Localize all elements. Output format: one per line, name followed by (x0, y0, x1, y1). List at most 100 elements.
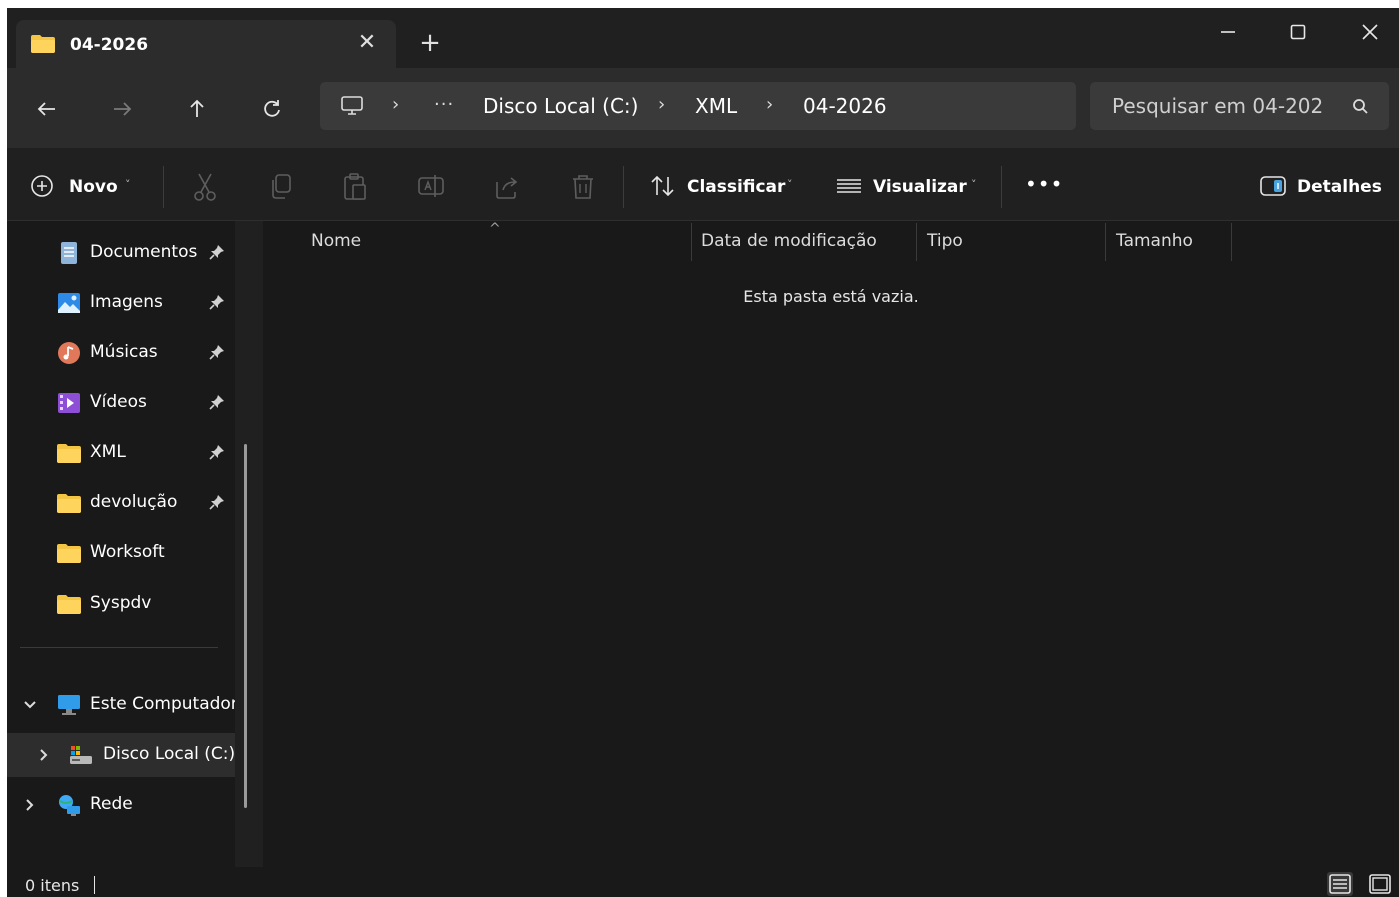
sidebar-item-label: Imagens (90, 292, 163, 312)
details-view-icon (1329, 874, 1351, 894)
folder-icon (57, 444, 81, 463)
minimize-button[interactable] (1203, 12, 1253, 52)
item-count: 0 itens (25, 876, 80, 895)
pin-icon[interactable] (209, 494, 225, 510)
share-icon (496, 177, 518, 199)
breadcrumb-more-button[interactable]: ··· (434, 94, 454, 115)
sidebar-item-label: Syspdv (90, 593, 152, 613)
breadcrumb-xml[interactable]: XML (695, 94, 737, 118)
breadcrumb-separator[interactable]: › (658, 94, 665, 115)
paste-button[interactable] (341, 172, 373, 204)
tab-04-2026[interactable]: 04-2026 ✕ (16, 20, 396, 68)
sort-icon (651, 175, 674, 197)
sidebar-scroll-track[interactable] (235, 221, 263, 867)
tiles-view-button[interactable] (1367, 872, 1393, 896)
music-icon (58, 342, 80, 364)
toolbar-divider (623, 166, 624, 208)
refresh-button[interactable] (255, 92, 289, 126)
status-separator (94, 876, 95, 894)
sort-ascending-icon: ^ (489, 221, 501, 237)
delete-button[interactable] (569, 172, 601, 204)
maximize-button[interactable] (1273, 12, 1323, 52)
column-header-size[interactable]: Tamanho (1116, 231, 1193, 251)
chevron-down-icon: ˅ (787, 178, 793, 191)
scissors-icon (194, 173, 216, 201)
large-icons-view-icon (1369, 874, 1391, 894)
sidebar-separator (20, 647, 218, 648)
breadcrumb-separator[interactable]: › (766, 94, 773, 115)
column-divider[interactable] (691, 223, 692, 261)
view-list-icon (837, 179, 861, 193)
breadcrumb-04-2026[interactable]: 04-2026 (803, 94, 887, 118)
back-button[interactable] (30, 92, 64, 126)
sidebar-item-syspdv[interactable]: Syspdv (7, 582, 235, 626)
sidebar-item-worksoft[interactable]: Worksoft (7, 531, 235, 575)
breadcrumb-separator[interactable]: › (392, 94, 399, 115)
sidebar-item-imagens[interactable]: Imagens (7, 281, 235, 325)
details-view-button[interactable] (1327, 872, 1353, 896)
details-pane-icon (1260, 176, 1286, 196)
column-divider[interactable] (916, 223, 917, 261)
copy-button[interactable] (267, 172, 299, 204)
pin-icon[interactable] (209, 444, 225, 460)
tab-close-button[interactable]: ✕ (352, 28, 382, 58)
sidebar-item-network[interactable]: Rede (7, 783, 235, 827)
pin-icon[interactable] (209, 394, 225, 410)
sidebar-item-label: XML (90, 442, 126, 462)
arrow-right-icon (114, 102, 132, 116)
sort-label: Classificar (687, 177, 786, 197)
sidebar-scrollbar[interactable] (244, 444, 247, 808)
close-window-button[interactable] (1345, 12, 1395, 52)
plus-circle-icon (31, 175, 53, 197)
column-divider[interactable] (1105, 223, 1106, 261)
search-input[interactable]: Pesquisar em 04-2026 (1112, 94, 1322, 118)
rename-button[interactable] (417, 172, 449, 204)
sidebar-item-musicas[interactable]: Músicas (7, 331, 235, 375)
folder-icon (57, 595, 81, 614)
search-icon (1353, 99, 1368, 114)
paste-icon (344, 173, 366, 200)
column-divider[interactable] (1231, 223, 1232, 261)
sidebar-item-this-pc[interactable]: Este Computador (7, 683, 238, 727)
pin-icon[interactable] (209, 294, 225, 310)
chevron-down-icon[interactable] (23, 698, 37, 712)
sidebar-item-xml[interactable]: XML (7, 431, 235, 475)
network-icon (59, 795, 80, 816)
column-header-type[interactable]: Tipo (927, 231, 963, 251)
command-bar: Novo ˅ Classificar ˅ Visualizar ˅ ••• De… (7, 148, 1399, 221)
breadcrumb-disco-local[interactable]: Disco Local (C:) (483, 94, 638, 118)
sidebar-item-label: Músicas (90, 342, 158, 362)
up-button[interactable] (180, 92, 214, 126)
file-explorer-window: 04-2026 ✕ + › ··· Disco Local (C:) › XML… (7, 8, 1399, 897)
details-label: Detalhes (1297, 177, 1382, 197)
column-header-name[interactable]: Nome (311, 231, 361, 251)
chevron-right-icon[interactable] (23, 798, 37, 812)
address-bar[interactable]: › ··· Disco Local (C:) › XML › 04-2026 (320, 82, 1076, 130)
pin-icon[interactable] (209, 344, 225, 360)
chevron-down-icon: ˅ (971, 178, 977, 191)
chevron-down-icon: ˅ (125, 178, 131, 191)
share-button[interactable] (493, 172, 525, 204)
more-options-button[interactable]: ••• (1025, 172, 1063, 196)
folder-icon (57, 494, 81, 513)
sidebar-item-label: Este Computador (90, 694, 238, 714)
file-list: ^ Nome Data de modificação Tipo Tamanho … (263, 221, 1399, 867)
pin-icon[interactable] (209, 244, 225, 260)
sidebar-item-label: Disco Local (C:) (103, 744, 236, 764)
rename-icon (418, 175, 444, 197)
sidebar-item-devolucao[interactable]: devolução (7, 481, 235, 525)
search-box[interactable]: Pesquisar em 04-2026 (1090, 82, 1389, 130)
sidebar-item-documentos[interactable]: Documentos (7, 231, 235, 275)
sidebar-item-videos[interactable]: Vídeos (7, 381, 235, 425)
chevron-right-icon[interactable] (37, 748, 51, 762)
column-header-date-modified[interactable]: Data de modificação (701, 231, 877, 251)
computer-icon (58, 695, 80, 715)
videos-icon (58, 393, 80, 413)
forward-button[interactable] (105, 92, 139, 126)
cut-button[interactable] (191, 172, 223, 204)
new-tab-button[interactable]: + (415, 28, 445, 58)
empty-folder-message: Esta pasta está vazia. (743, 287, 919, 306)
drive-icon (70, 746, 92, 764)
sidebar-item-local-disk[interactable]: Disco Local (C:) (7, 733, 235, 777)
arrow-left-icon (37, 102, 55, 116)
